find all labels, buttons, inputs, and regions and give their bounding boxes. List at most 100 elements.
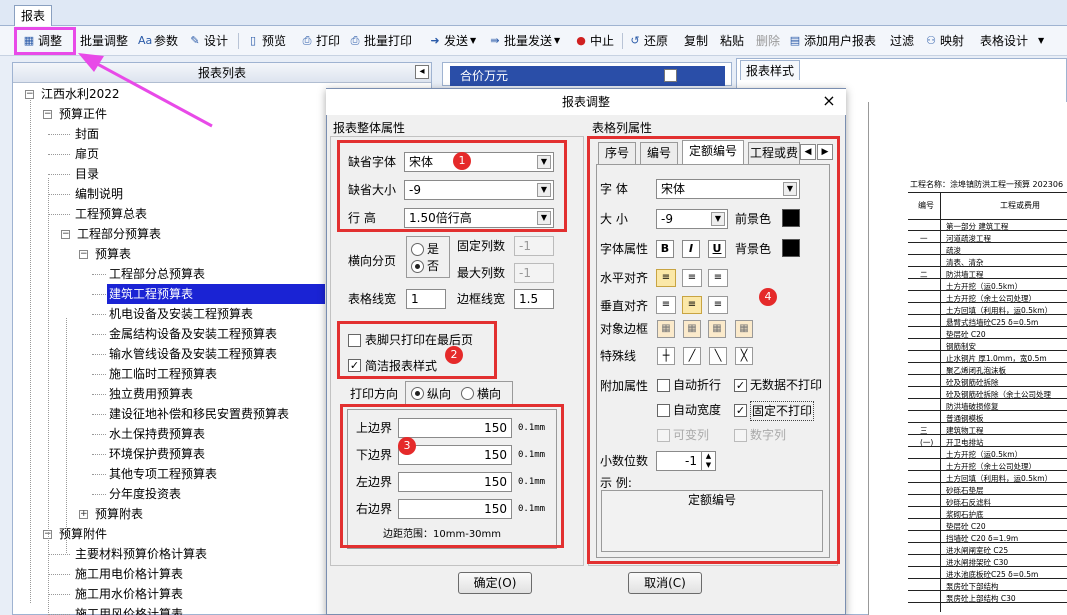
tree-item[interactable]: 预算附件 xyxy=(57,524,109,544)
column-header[interactable]: 合价万元 xyxy=(450,66,725,86)
collapse-icon[interactable]: − xyxy=(79,250,88,259)
preview-row-name: 砼及钢筋砼拆除（余土公司处理 xyxy=(946,390,1051,399)
tree-item-label: 水土保持费预算表 xyxy=(109,427,206,441)
tab-report[interactable]: 报表 xyxy=(14,5,52,26)
tree-item[interactable]: 目录 xyxy=(73,164,101,184)
tree-item[interactable]: 施工用电价格计算表 xyxy=(73,564,185,584)
preview-row-name: 垫层砼 C20 xyxy=(946,522,986,531)
print-button[interactable]: ⎙ 打印 xyxy=(300,31,340,51)
tree-guide-line xyxy=(48,178,49,613)
highlight-box-1 xyxy=(337,140,567,232)
tree-item[interactable]: 建设征地补偿和移民安置费预算表 xyxy=(107,404,291,424)
ok-button[interactable]: 确定(O) xyxy=(458,572,532,594)
stop-icon: ● xyxy=(576,34,586,47)
column-checkbox[interactable] xyxy=(664,69,677,82)
arrow-right-icon: ➜ xyxy=(430,34,440,47)
collapse-icon[interactable]: − xyxy=(43,110,52,119)
fixed-cols-label: 固定列数 xyxy=(457,239,506,253)
preview-row xyxy=(908,269,1067,279)
tree-item-label: 扉页 xyxy=(75,147,100,161)
landscape-label: 横向 xyxy=(477,387,502,401)
preview-row-name: 止水铜片 厚1.0mm，宽0.5m xyxy=(946,354,1047,363)
close-icon[interactable]: × xyxy=(818,90,840,112)
dialog-title: 报表调整 xyxy=(326,89,846,115)
tree-item-label: 金属结构设备及安装工程预算表 xyxy=(109,327,278,341)
annotation-badge-4: 4 xyxy=(759,288,777,306)
preview-row-name: 进水闸闸室砼 C25 xyxy=(946,546,1009,555)
tree-item[interactable]: 金属结构设备及安装工程预算表 xyxy=(107,324,279,344)
preview-row-name: 建筑物工程 xyxy=(946,426,984,435)
tree-item-label: 施工用风价格计算表 xyxy=(75,607,184,615)
filter-button[interactable]: 过滤 xyxy=(890,31,914,51)
landscape-radio[interactable] xyxy=(461,387,474,400)
batch-send-button[interactable]: ⇛ 批量发送 ▼ xyxy=(488,31,560,51)
send-button[interactable]: ➜ 发送 ▼ xyxy=(428,31,476,51)
tree-item[interactable]: 水土保持费预算表 xyxy=(107,424,207,444)
border-line-label: 边框线宽 xyxy=(457,292,506,306)
tree-item[interactable]: 工程预算总表 xyxy=(73,204,149,224)
preview-row-name: 清表、清杂 xyxy=(946,258,984,267)
highlight-box-3 xyxy=(340,404,564,548)
collapse-icon[interactable]: ◂ xyxy=(415,65,429,79)
tree-connector xyxy=(92,394,106,395)
tree-item[interactable]: 预算表 xyxy=(93,244,133,264)
tree-connector xyxy=(48,214,70,215)
tree-item[interactable]: 建筑工程预算表 xyxy=(107,284,325,304)
tab-report-style[interactable]: 报表样式 xyxy=(740,60,800,80)
tree-item[interactable]: 预算附表 xyxy=(93,504,145,524)
portrait-label: 纵向 xyxy=(427,387,452,401)
map-button[interactable]: ⚇ 映射 xyxy=(924,31,964,51)
tree-guide-line xyxy=(66,318,67,553)
restore-button[interactable]: ↺ 还原 xyxy=(628,31,668,51)
tree-item-label: 独立费用预算表 xyxy=(109,387,194,401)
toolbar-separator xyxy=(238,33,239,49)
max-cols-input[interactable]: -1 xyxy=(514,263,554,283)
preview-button[interactable]: ▯ 预览 xyxy=(246,31,286,51)
preview-icon: ▯ xyxy=(249,34,257,47)
add-user-report-button[interactable]: ▤ 添加用户报表 xyxy=(788,31,876,51)
delete-button[interactable]: 删除 xyxy=(756,31,780,51)
batch-print-button[interactable]: ⎙ 批量打印 xyxy=(348,31,412,51)
paste-button[interactable]: 粘贴 xyxy=(720,31,744,51)
chevron-down-icon: ▼ xyxy=(554,36,561,45)
preview-row-name: 土方开挖（运0.5km） xyxy=(946,282,1023,291)
tree-item[interactable]: 工程部分预算表 xyxy=(75,224,163,244)
tree-item[interactable]: 输水管线设备及安装工程预算表 xyxy=(107,344,279,364)
tree-item[interactable]: 施工临时工程预算表 xyxy=(107,364,219,384)
tree-item[interactable]: 独立费用预算表 xyxy=(107,384,195,404)
tree-item[interactable]: 工程部分总预算表 xyxy=(107,264,207,284)
fixed-cols-input[interactable]: -1 xyxy=(514,236,554,256)
collapse-icon[interactable]: − xyxy=(61,230,70,239)
tree-connector xyxy=(92,474,106,475)
tree-item[interactable]: 编制说明 xyxy=(73,184,125,204)
chevron-down-icon: ▼ xyxy=(470,36,477,45)
preview-row-name: 防洪墙破损修复 xyxy=(946,402,999,411)
tree-item[interactable]: 主要材料预算价格计算表 xyxy=(73,544,209,564)
table-design-button[interactable]: 表格设计 ▼ xyxy=(980,31,1044,51)
preview-row-name: 防洪墙工程 xyxy=(946,270,984,279)
tree-connector xyxy=(92,434,106,435)
tree-item[interactable]: 其他专项工程预算表 xyxy=(107,464,219,484)
border-line-input[interactable]: 1.5 xyxy=(514,289,554,309)
preview-row-name: 砼及钢筋砼拆除 xyxy=(946,378,999,387)
highlight-box-2 xyxy=(337,321,497,379)
print-direction-label: 打印方向 xyxy=(350,387,399,401)
tree-item-label: 机电设备及安装工程预算表 xyxy=(109,307,254,321)
tree-item[interactable]: 扉页 xyxy=(73,144,101,164)
tree-item[interactable]: 分年度投资表 xyxy=(107,484,183,504)
cancel-button[interactable]: 取消(C) xyxy=(628,572,702,594)
tree-item[interactable]: 机电设备及安装工程预算表 xyxy=(107,304,255,324)
tree-connector xyxy=(92,354,106,355)
expand-icon[interactable]: + xyxy=(79,510,88,519)
tree-item-label: 目录 xyxy=(75,167,100,181)
preview-row-name: 土方开挖（余土公司处理） xyxy=(946,294,1036,303)
tree-item[interactable]: 施工用风价格计算表 xyxy=(73,604,185,615)
table-line-input[interactable]: 1 xyxy=(406,289,446,309)
copy-button[interactable]: 复制 xyxy=(684,31,708,51)
preview-row xyxy=(908,413,1067,423)
abort-button[interactable]: ● 中止 xyxy=(574,31,614,51)
tree-item[interactable]: 环境保护费预算表 xyxy=(107,444,207,464)
portrait-radio[interactable] xyxy=(411,387,424,400)
tree-item-label: 工程部分预算表 xyxy=(77,227,162,241)
tree-item[interactable]: 施工用水价格计算表 xyxy=(73,584,185,604)
